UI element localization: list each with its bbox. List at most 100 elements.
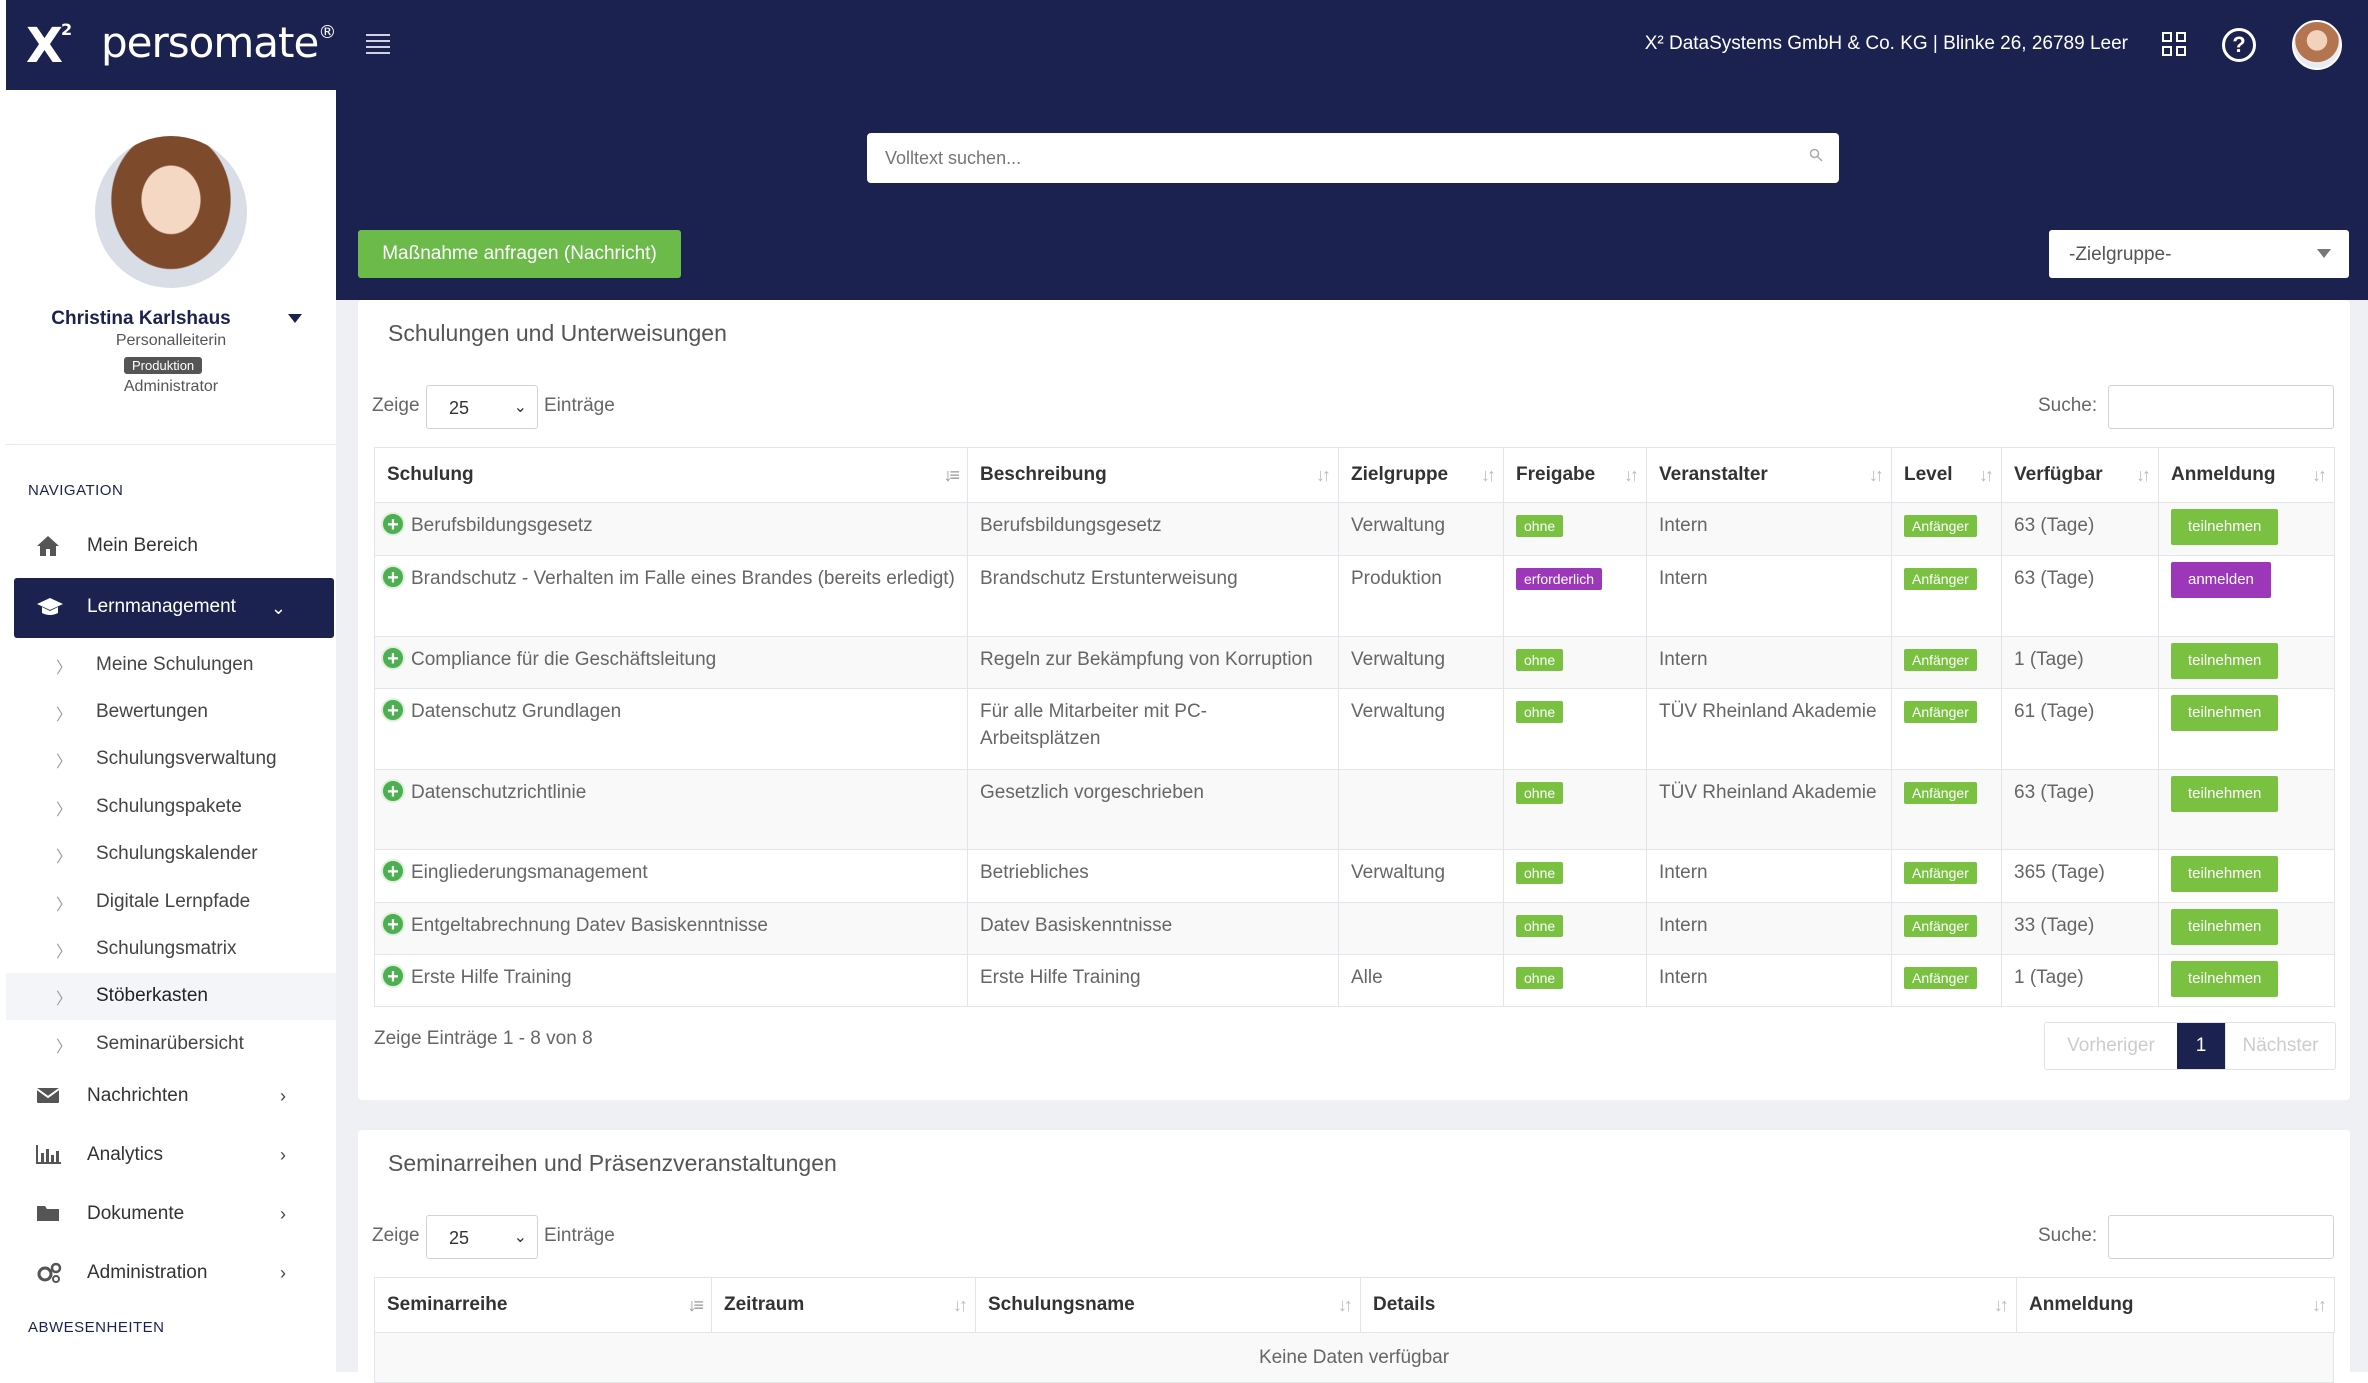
user-name[interactable]: Christina Karlshaus	[6, 308, 336, 330]
expand-row-icon[interactable]: +	[381, 964, 405, 988]
sort-icon: ↓↑	[2136, 465, 2151, 485]
nav-item-lernmanagement[interactable]: Lernmanagement ⌄	[14, 578, 334, 638]
table-filter-input[interactable]	[2108, 385, 2334, 429]
freigabe-badge: ohne	[1516, 782, 1564, 804]
level-badge: Anfänger	[1904, 649, 1977, 671]
col-header-details[interactable]: Details ↓↑	[1360, 1277, 2017, 1333]
teilnehmen-button[interactable]: teilnehmen	[2171, 961, 2279, 997]
level-badge: Anfänger	[1904, 515, 1977, 537]
col-header-beschreibung[interactable]: Beschreibung ↓↑	[967, 447, 1339, 503]
page-length-select[interactable]: 25 ⌄	[426, 385, 538, 429]
sidebar-item-meine-schulungen[interactable]: 〉 Meine Schulungen	[6, 642, 336, 689]
page-length-select[interactable]: 25 ⌄	[426, 1215, 538, 1259]
col-header-seminarreihe[interactable]: Seminarreihe ↓≡	[374, 1277, 712, 1333]
col-header-anmeldung[interactable]: Anmeldung ↓↑	[2158, 447, 2335, 503]
col-header-anmeldung[interactable]: Anmeldung ↓↑	[2016, 1277, 2335, 1333]
teilnehmen-button[interactable]: teilnehmen	[2171, 695, 2279, 731]
chevron-right-icon: 〉	[56, 660, 73, 677]
select-value: -Zielgruppe-	[2069, 244, 2172, 265]
nav-item-mein-bereich[interactable]: Mein Bereich	[14, 518, 334, 574]
logo-persomate[interactable]: persomate®	[101, 18, 336, 67]
anmelden-button[interactable]: anmelden	[2171, 562, 2271, 598]
table-row: + Eingliederungsmanagement Betriebliches …	[374, 849, 2335, 903]
col-header-schulungsname[interactable]: Schulungsname ↓↑	[975, 1277, 1361, 1333]
sidebar-item-seminaruebersicht[interactable]: 〉 Seminarübersicht	[6, 1021, 336, 1068]
next-page-button[interactable]: Nächster	[2225, 1023, 2335, 1069]
sidebar-item-digitale-lernpfade[interactable]: 〉 Digitale Lernpfade	[6, 879, 336, 926]
trainings-panel: Schulungen und Unterweisungen Zeige 25 ⌄…	[358, 300, 2350, 1100]
expand-row-icon[interactable]: +	[381, 698, 405, 722]
expand-row-icon[interactable]: +	[381, 565, 405, 589]
user-profile: Christina Karlshaus Personalleiterin Pro…	[6, 90, 336, 445]
nav-section-title: NAVIGATION	[28, 482, 124, 499]
col-header-verfuegbar[interactable]: Verfügbar ↓↑	[2001, 447, 2159, 503]
teilnehmen-button[interactable]: teilnehmen	[2171, 509, 2279, 545]
chevron-right-icon: 〉	[56, 754, 73, 771]
sidebar-item-schulungspakete[interactable]: 〉 Schulungspakete	[6, 784, 336, 831]
chevron-down-icon[interactable]	[288, 314, 302, 323]
expand-row-icon[interactable]: +	[381, 512, 405, 536]
expand-row-icon[interactable]: +	[381, 859, 405, 883]
sidebar: Christina Karlshaus Personalleiterin Pro…	[6, 90, 336, 1372]
freigabe-badge: ohne	[1516, 862, 1564, 884]
menu-icon[interactable]	[366, 34, 390, 54]
fulltext-search-input[interactable]	[867, 133, 1839, 183]
teilnehmen-button[interactable]: teilnehmen	[2171, 776, 2279, 812]
request-measure-button[interactable]: Maßnahme anfragen (Nachricht)	[358, 230, 681, 278]
sidebar-item-stoeberkasten[interactable]: 〉 Stöberkasten	[6, 973, 336, 1020]
prev-page-button[interactable]: Vorheriger	[2045, 1023, 2177, 1069]
freigabe-badge: ohne	[1516, 967, 1564, 989]
nav-label: Lernmanagement	[87, 596, 236, 617]
page-1-button[interactable]: 1	[2177, 1023, 2225, 1069]
gears-icon	[36, 1262, 62, 1284]
search-icon[interactable]	[1809, 148, 1823, 165]
nav-item-nachrichten[interactable]: Nachrichten ›	[14, 1068, 334, 1124]
expand-row-icon[interactable]: +	[381, 779, 405, 803]
caret-down-icon	[2317, 249, 2331, 258]
table-header-row: Seminarreihe ↓≡ Zeitraum ↓↑ Schulungsname ↓…	[374, 1277, 2335, 1333]
col-header-veranstalter[interactable]: Veranstalter ↓↑	[1646, 447, 1892, 503]
col-header-zeitraum[interactable]: Zeitraum ↓↑	[711, 1277, 976, 1333]
sort-icon: ↓↑	[1338, 1295, 1353, 1315]
panel-title: Seminarreihen und Präsenzveranstaltungen	[388, 1150, 837, 1176]
sort-icon: ↓≡	[943, 465, 959, 485]
level-badge: Anfänger	[1904, 701, 1977, 723]
teilnehmen-button[interactable]: teilnehmen	[2171, 643, 2279, 679]
nav-item-administration[interactable]: Administration ›	[14, 1245, 334, 1301]
expand-row-icon[interactable]: +	[381, 646, 405, 670]
nav-item-dokumente[interactable]: Dokumente ›	[14, 1186, 334, 1242]
avatar[interactable]	[2292, 20, 2342, 70]
top-bar: X2 persomate® X² DataSystems GmbH & Co. …	[6, 0, 2368, 90]
company-info: X² DataSystems GmbH & Co. KG | Blinke 26…	[1644, 33, 2128, 54]
sort-icon: ↓↑	[1869, 465, 1884, 485]
profile-avatar[interactable]	[95, 136, 247, 288]
nav-label: Nachrichten	[87, 1085, 189, 1106]
panel-title: Schulungen und Unterweisungen	[388, 320, 727, 346]
zielgruppe-select[interactable]: -Zielgruppe-	[2049, 230, 2349, 278]
table-filter-input[interactable]	[2108, 1215, 2334, 1259]
grid-icon[interactable]	[2162, 32, 2188, 58]
logo-x2[interactable]: X2	[26, 18, 72, 74]
sidebar-item-bewertungen[interactable]: 〉 Bewertungen	[6, 689, 336, 736]
length-label: Zeige	[372, 395, 420, 416]
col-header-schulung[interactable]: Schulung ↓≡	[374, 447, 968, 503]
teilnehmen-button[interactable]: teilnehmen	[2171, 856, 2279, 892]
sidebar-item-schulungskalender[interactable]: 〉 Schulungskalender	[6, 831, 336, 878]
sidebar-item-schulungsmatrix[interactable]: 〉 Schulungsmatrix	[6, 926, 336, 973]
teilnehmen-button[interactable]: teilnehmen	[2171, 909, 2279, 945]
entries-label: Einträge	[544, 395, 615, 416]
help-icon[interactable]: ?	[2222, 28, 2256, 62]
expand-row-icon[interactable]: +	[381, 912, 405, 936]
length-label: Zeige	[372, 1225, 420, 1246]
nav-item-analytics[interactable]: Analytics ›	[14, 1127, 334, 1183]
envelope-icon	[36, 1085, 60, 1107]
col-header-level[interactable]: Level ↓↑	[1891, 447, 2002, 503]
user-level: Administrator	[123, 378, 219, 395]
col-header-zielgruppe[interactable]: Zielgruppe ↓↑	[1338, 447, 1504, 503]
col-header-freigabe[interactable]: Freigabe ↓↑	[1503, 447, 1647, 503]
level-badge: Anfänger	[1904, 782, 1977, 804]
table-header-row: Schulung ↓≡ Beschreibung ↓↑ Zielgruppe ↓↑ F…	[374, 447, 2335, 503]
sidebar-item-schulungsverwaltung[interactable]: 〉 Schulungsverwaltung	[6, 736, 336, 783]
folder-icon	[36, 1203, 60, 1225]
level-badge: Anfänger	[1904, 915, 1977, 937]
